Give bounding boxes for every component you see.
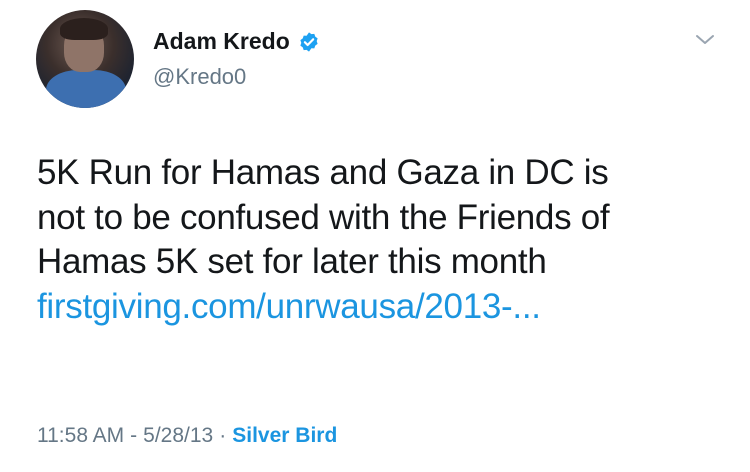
tweet-time[interactable]: 11:58 AM (37, 424, 124, 448)
tweet-metadata: 11:58 AM - 5/28/13 · Silver Bird (37, 424, 337, 448)
tweet-text-line: not to be confused with the Friends of (37, 197, 610, 237)
avatar-hair (60, 18, 108, 40)
tweet-text: 5K Run for Hamas and Gaza in DC is not t… (37, 151, 727, 329)
tweet-link[interactable]: firstgiving.com/unrwausa/2013-... (37, 285, 727, 330)
avatar[interactable] (36, 10, 134, 108)
tweet-source[interactable]: Silver Bird (232, 424, 337, 448)
verified-badge-icon (298, 31, 320, 53)
tweet-text-line: Hamas 5K set for later this month (37, 242, 547, 281)
meta-separator: - (130, 424, 138, 447)
author-display-name[interactable]: Adam Kredo (153, 28, 290, 55)
meta-separator: · (219, 424, 227, 447)
chevron-down-icon[interactable] (692, 30, 718, 50)
avatar-shirt (46, 70, 126, 108)
tweet-text-line: 5K Run for Hamas and Gaza in DC is (37, 153, 609, 192)
tweet-card[interactable]: Adam Kredo @Kredo0 5K Run for Hamas and … (0, 0, 750, 472)
author-handle[interactable]: @Kredo0 (153, 64, 246, 90)
author-name-row[interactable]: Adam Kredo (153, 28, 320, 55)
tweet-date[interactable]: 5/28/13 (143, 424, 213, 448)
